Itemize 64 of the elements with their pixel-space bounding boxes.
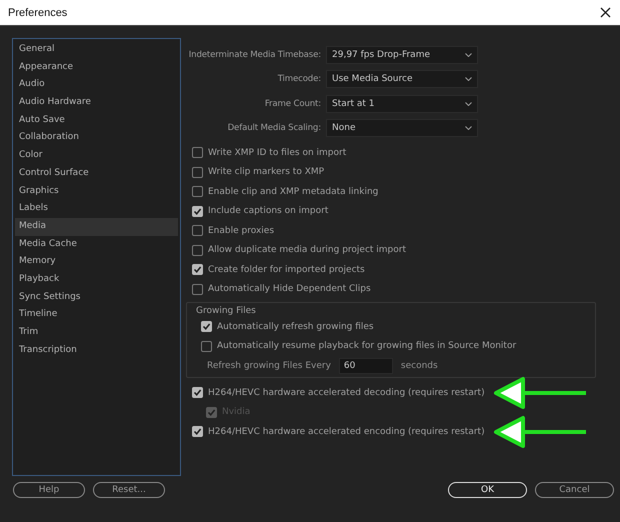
checkbox[interactable]: [192, 264, 203, 276]
field-label: Frame Count:: [264, 98, 322, 109]
checkbox[interactable]: [192, 206, 203, 217]
sidebar-item[interactable]: General: [15, 41, 178, 59]
field-label: Timecode:: [276, 74, 322, 84]
dropdown[interactable]: None: [326, 118, 478, 137]
checkbox[interactable]: [192, 147, 203, 158]
sidebar-item[interactable]: Timeline: [15, 306, 178, 324]
field-label: Refresh growing Files Every: [207, 360, 331, 371]
checkbox-label: H264/HEVC hardware accelerated decoding (requires restart): [208, 388, 485, 398]
checkbox[interactable]: [192, 284, 203, 295]
checkbox-label: H264/HEVC hardware accelerated encoding (requires restart): [208, 426, 485, 437]
checkbox-label: Allow duplicate media during project import: [208, 245, 406, 256]
checkbox-label: Automatically resume playback for growing files in Source Monitor: [217, 341, 516, 352]
button[interactable]: Cancel: [535, 482, 614, 498]
checkbox-label: Include captions on import: [208, 206, 328, 216]
checkbox-label: Create folder for imported projects: [208, 264, 365, 275]
field-label: Default Media Scaling:: [226, 122, 322, 133]
button[interactable]: Help: [13, 482, 85, 498]
window-title: Preferences: [8, 6, 68, 18]
checkbox[interactable]: [192, 225, 203, 236]
checkbox[interactable]: [192, 166, 203, 178]
caret-icon: [465, 126, 472, 130]
checkbox-label: Write clip markers to XMP: [208, 167, 324, 178]
group-title: Growing Files: [195, 305, 257, 318]
checkbox-label: Automatically Hide Dependent Clips: [208, 284, 371, 294]
sidebar-item[interactable]: Sync Settings: [15, 288, 178, 306]
sidebar-item[interactable]: Color: [15, 147, 178, 165]
checkbox-label: Automatically refresh growing files: [217, 322, 374, 332]
dropdown[interactable]: Use Media Source: [326, 70, 478, 88]
dropdown[interactable]: Start at 1: [326, 94, 478, 113]
caret-icon: [465, 102, 472, 106]
sidebar-item[interactable]: Media Cache: [15, 236, 178, 254]
checkbox-label: Enable proxies: [208, 226, 274, 236]
sidebar-item[interactable]: Memory: [15, 253, 178, 271]
field-label: Indeterminate Media Timebase:: [188, 50, 322, 60]
button[interactable]: Reset...: [93, 482, 165, 498]
checkbox[interactable]: [192, 387, 203, 398]
checkbox[interactable]: [192, 244, 203, 256]
sidebar-item[interactable]: Labels: [15, 200, 178, 218]
number-field[interactable]: 60: [338, 358, 393, 374]
unit-label: seconds: [400, 360, 438, 371]
sidebar-item[interactable]: Transcription: [15, 342, 178, 360]
dropdown[interactable]: 29,97 fps Drop-Frame: [326, 46, 478, 64]
sidebar-item[interactable]: Control Surface: [15, 164, 178, 182]
sidebar-item[interactable]: Audio: [15, 76, 178, 94]
checkbox-label: Enable clip and XMP metadata linking: [208, 186, 378, 197]
checkbox[interactable]: [201, 321, 212, 332]
caret-icon: [465, 77, 472, 82]
sidebar-item[interactable]: Appearance: [15, 58, 178, 76]
sidebar-item[interactable]: Media: [15, 218, 178, 236]
sidebar-item[interactable]: Audio Hardware: [15, 94, 178, 112]
caret-icon: [465, 53, 472, 57]
sidebar-item[interactable]: Playback: [15, 270, 178, 289]
button[interactable]: OK: [448, 482, 527, 498]
sidebar-item[interactable]: Collaboration: [15, 129, 178, 148]
sidebar-item[interactable]: Graphics: [15, 182, 178, 200]
checkbox[interactable]: [201, 340, 212, 352]
sidebar-item[interactable]: Trim: [15, 324, 178, 342]
checkbox[interactable]: [192, 426, 203, 438]
checkbox-label: Write XMP ID to files on import: [208, 148, 346, 158]
sidebar-item[interactable]: Auto Save: [15, 112, 178, 130]
checkbox[interactable]: [192, 186, 203, 198]
close-icon[interactable]: [600, 7, 611, 18]
